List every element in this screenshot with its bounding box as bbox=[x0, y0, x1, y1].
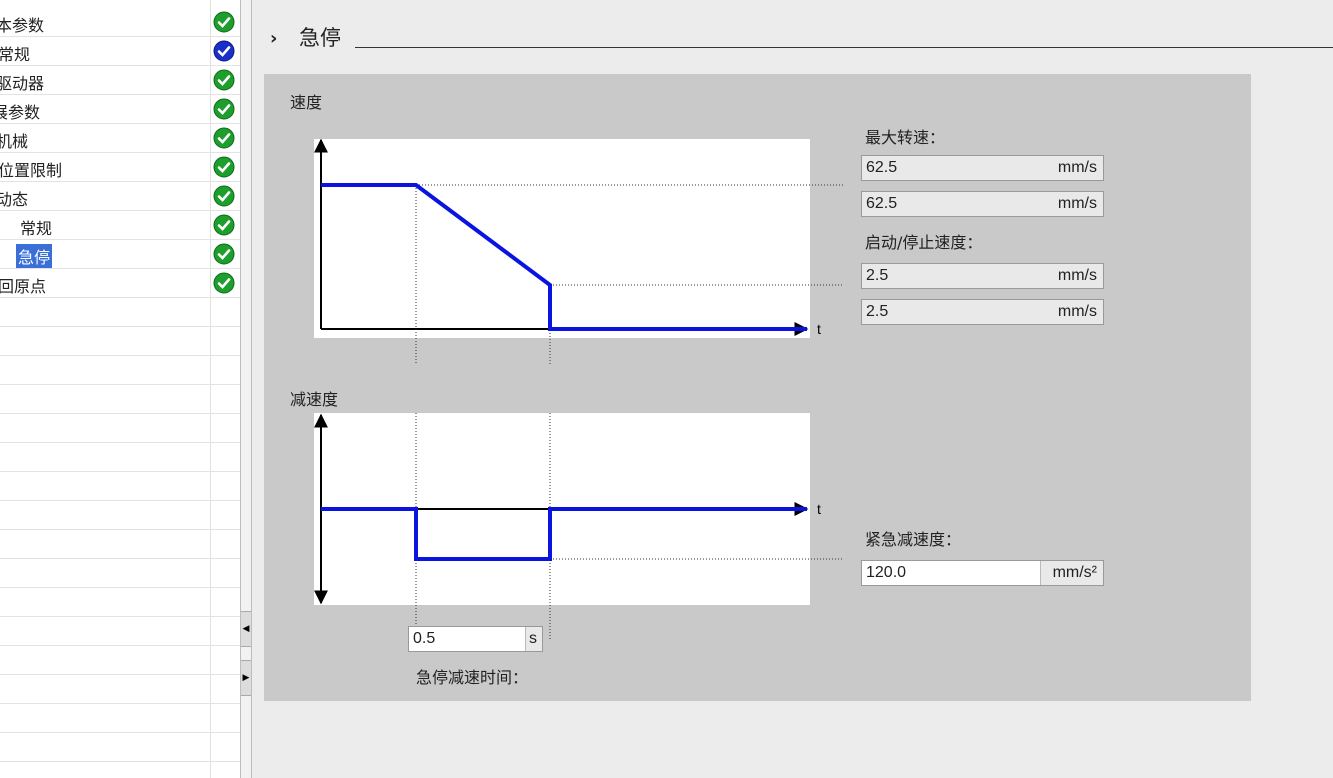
nav-empty-row bbox=[0, 501, 240, 530]
nav-item-homing[interactable]: 回原点 bbox=[0, 269, 240, 298]
nav-item-mechanics[interactable]: 机械 bbox=[0, 124, 240, 153]
nav-item-extended-params[interactable]: 展参数 bbox=[0, 95, 240, 124]
navigation-tree: 本参数 常规 驱动器 展参数 机械 位置限制 动态 常规 急停 回原点 bbox=[0, 0, 240, 778]
nav-item-basic-params[interactable]: 本参数 bbox=[0, 8, 240, 37]
check-icon bbox=[213, 98, 235, 120]
nav-item-label: 本参数 bbox=[0, 16, 45, 35]
velocity-t-label: t bbox=[817, 321, 821, 337]
nav-item-drive[interactable]: 驱动器 bbox=[0, 66, 240, 95]
chevron-right-icon[interactable]: › bbox=[270, 28, 277, 49]
nav-empty-row bbox=[0, 733, 240, 762]
check-icon bbox=[213, 127, 235, 149]
check-icon bbox=[213, 185, 235, 207]
decel-t-label: t bbox=[817, 501, 821, 517]
nav-empty-row bbox=[0, 617, 240, 646]
check-icon bbox=[213, 11, 235, 33]
info-check-icon bbox=[213, 40, 235, 62]
nav-empty-row bbox=[0, 327, 240, 356]
nav-empty-row bbox=[0, 530, 240, 559]
section-header: › 急停 bbox=[265, 22, 1333, 52]
nav-item-label: 位置限制 bbox=[0, 161, 63, 180]
nav-item-label: 驱动器 bbox=[0, 74, 45, 93]
nav-item-label: 常规 bbox=[20, 219, 53, 238]
nav-item-position-limits[interactable]: 位置限制 bbox=[0, 153, 240, 182]
panel-splitter[interactable]: ◀ ▶ bbox=[240, 0, 252, 778]
nav-empty-row bbox=[0, 443, 240, 472]
nav-item-label: 展参数 bbox=[0, 103, 41, 122]
nav-item-label: 常规 bbox=[0, 45, 31, 64]
nav-empty-row bbox=[0, 704, 240, 733]
nav-empty-row bbox=[0, 298, 240, 327]
expand-right-button[interactable]: ▶ bbox=[241, 660, 251, 696]
nav-item-emergency-stop[interactable]: 急停 bbox=[0, 240, 240, 269]
nav-empty-row bbox=[0, 472, 240, 501]
nav-item-label: 动态 bbox=[0, 190, 29, 209]
velocity-curve bbox=[321, 183, 807, 331]
check-icon bbox=[213, 272, 235, 294]
page-title: 急停 bbox=[299, 26, 341, 50]
nav-item-dynamics[interactable]: 动态 bbox=[0, 182, 240, 211]
nav-empty-row bbox=[0, 675, 240, 704]
nav-item-label: 机械 bbox=[0, 132, 29, 151]
nav-item-label: 急停 bbox=[16, 244, 53, 268]
check-icon bbox=[213, 214, 235, 236]
nav-item-dynamics-general[interactable]: 常规 bbox=[0, 211, 240, 240]
check-icon bbox=[213, 156, 235, 178]
collapse-left-button[interactable]: ◀ bbox=[241, 611, 251, 647]
nav-empty-row bbox=[0, 559, 240, 588]
nav-item-general[interactable]: 常规 bbox=[0, 37, 240, 66]
check-icon bbox=[213, 69, 235, 91]
nav-empty-row bbox=[0, 646, 240, 675]
nav-empty-row bbox=[0, 588, 240, 617]
nav-empty-row bbox=[0, 385, 240, 414]
header-divider bbox=[355, 47, 1333, 48]
check-icon bbox=[213, 243, 235, 265]
nav-item-label: 回原点 bbox=[0, 277, 47, 296]
nav-empty-row bbox=[0, 356, 240, 385]
ramp-diagram: t t bbox=[314, 138, 844, 639]
nav-empty-row bbox=[0, 414, 240, 443]
decel-curve bbox=[321, 507, 807, 561]
